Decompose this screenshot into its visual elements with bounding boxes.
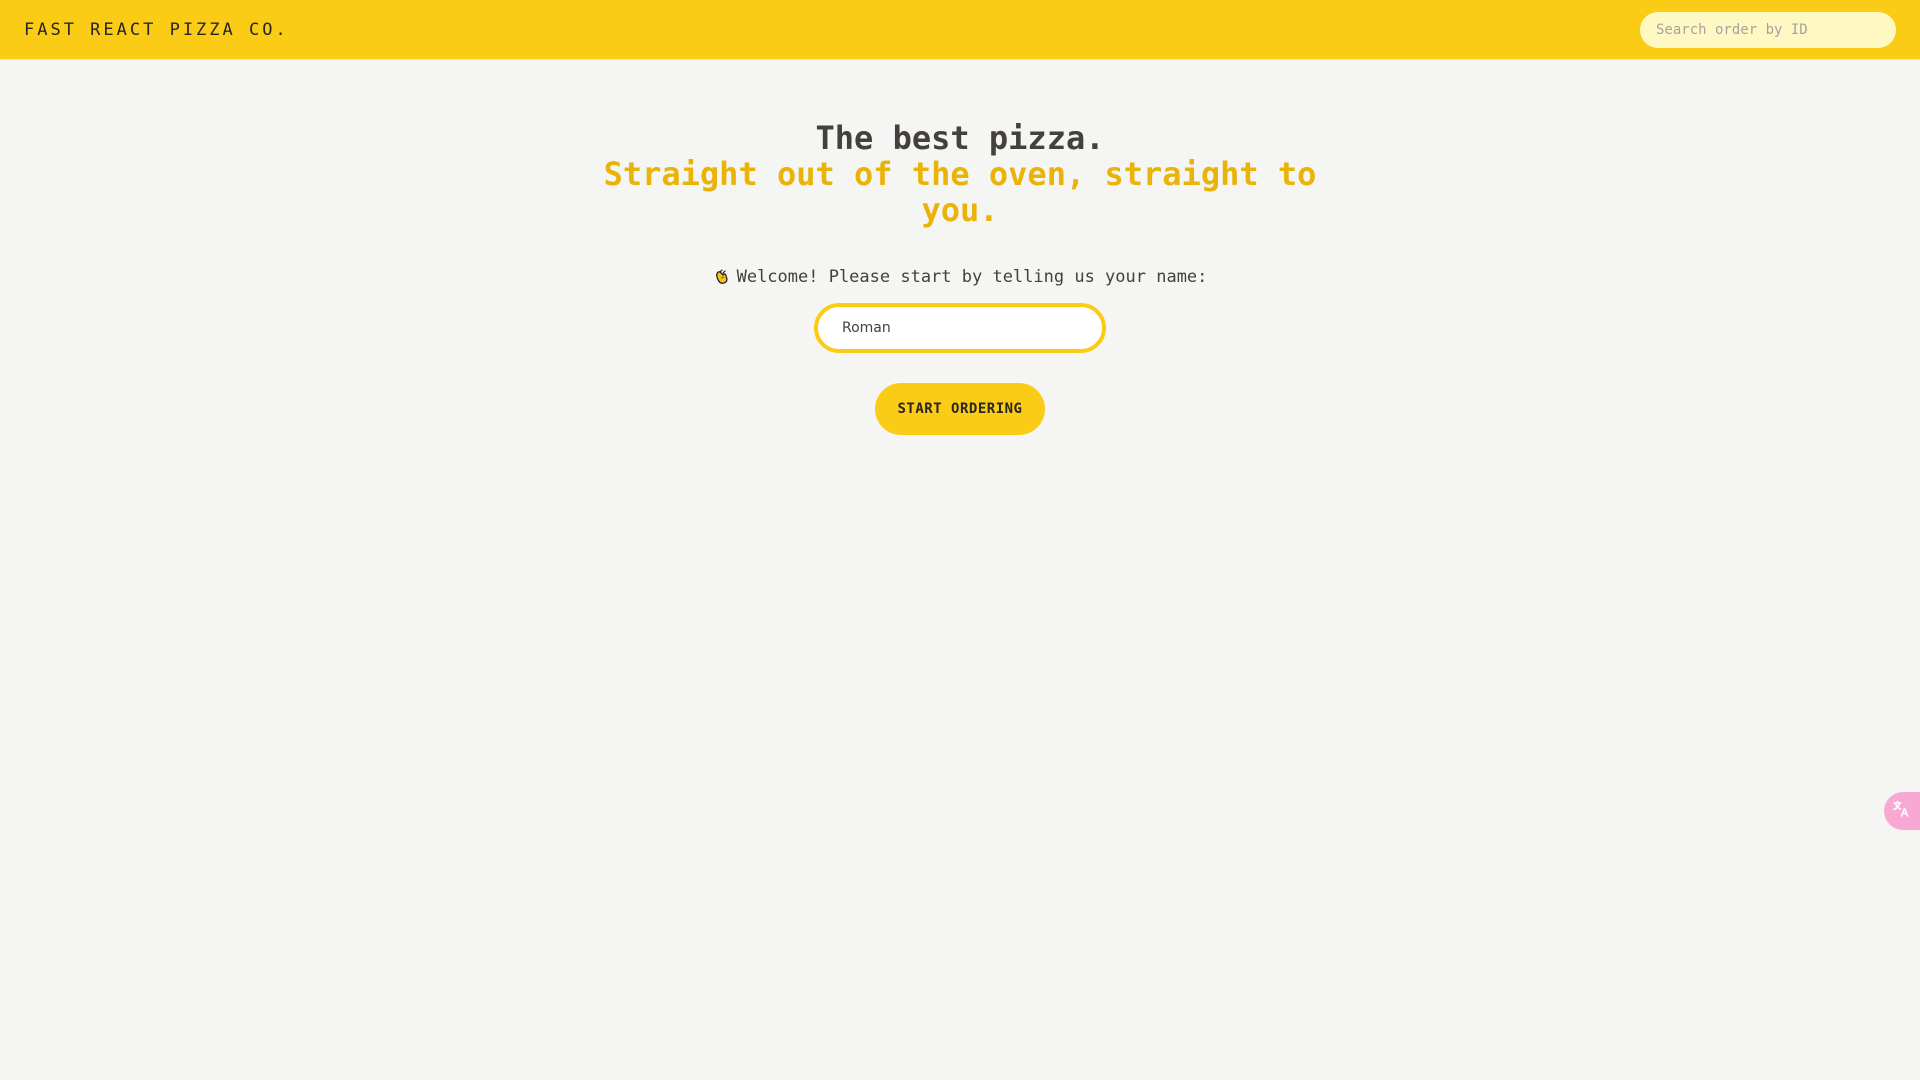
- welcome-prompt-text: Welcome! Please start by telling us your…: [736, 267, 1208, 287]
- logo-link[interactable]: Fast React Pizza Co.: [24, 0, 289, 60]
- search-order-input[interactable]: [1640, 12, 1896, 48]
- welcome-prompt: Welcome! Please start by telling us your…: [560, 264, 1360, 293]
- clapping-hands-icon: [713, 267, 731, 293]
- translate-widget-button[interactable]: [1884, 792, 1920, 830]
- hero-title: The best pizza.: [815, 119, 1105, 157]
- start-ordering-button[interactable]: Start ordering: [875, 383, 1045, 435]
- name-input[interactable]: [814, 303, 1106, 353]
- hero-subtitle: Straight out of the oven, straight to yo…: [603, 155, 1317, 229]
- translate-icon: [1891, 799, 1911, 823]
- app-header: Fast React Pizza Co.: [0, 0, 1920, 60]
- hero-heading: The best pizza. Straight out of the oven…: [560, 120, 1360, 228]
